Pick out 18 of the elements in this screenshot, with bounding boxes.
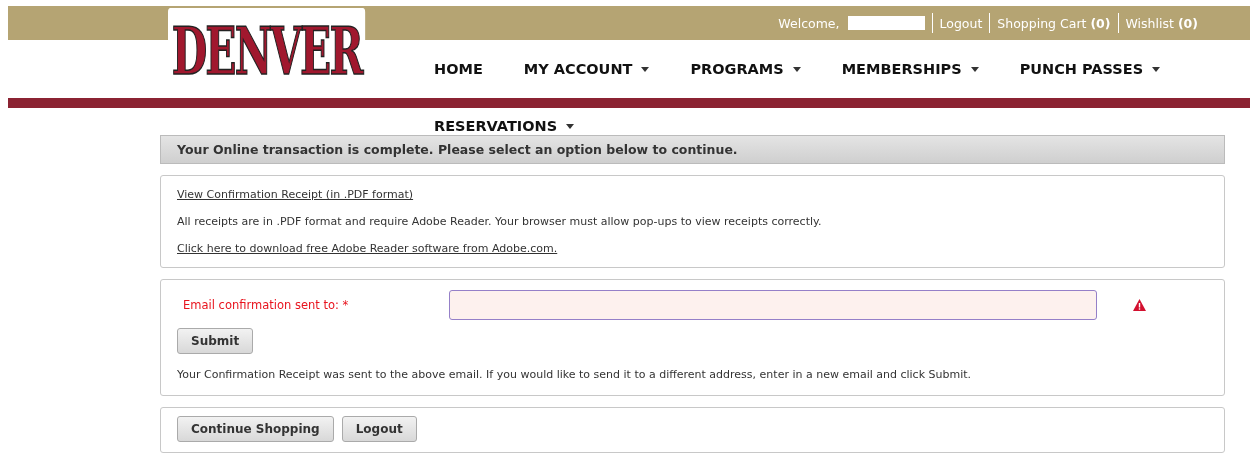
nav-item[interactable]: MEMBERSHIPS	[841, 61, 979, 77]
download-link[interactable]: Click here to download free Adobe Reader software from Adobe.com.	[177, 242, 558, 255]
email-label: Email confirmation sent to: *	[182, 298, 350, 312]
action-button[interactable]: Continue Shopping	[177, 416, 334, 442]
nav-item[interactable]: PROGRAMS	[690, 61, 801, 77]
nav-item[interactable]: MY ACCOUNT	[523, 61, 650, 77]
nav-item[interactable]: HOME	[434, 61, 483, 77]
welcome-text: Welcome,	[778, 15, 840, 31]
receipt-note: All receipts are in .PDF format and require Adobe Reader. Your browser must allow pop-ups to view receipts correctly.	[177, 215, 823, 228]
email-note: Your Confirmation Receipt was sent to the above email. If you would like to send it to a different address, enter in a new email and click Submit.	[177, 368, 973, 381]
nav-item[interactable]: RESERVATIONS	[434, 118, 575, 134]
email-field[interactable]	[449, 290, 1097, 320]
action-button[interactable]: Logout	[341, 416, 417, 442]
receipt-link[interactable]: View Confirmation Receipt (in .PDF format)	[177, 188, 414, 201]
submit-button[interactable]: Submit	[177, 328, 254, 354]
status-banner: Your Online transaction is complete. Please select an option below to continue.	[160, 135, 1225, 164]
warning-icon	[1133, 299, 1146, 311]
nav-item[interactable]: PUNCH PASSES	[1019, 61, 1161, 77]
